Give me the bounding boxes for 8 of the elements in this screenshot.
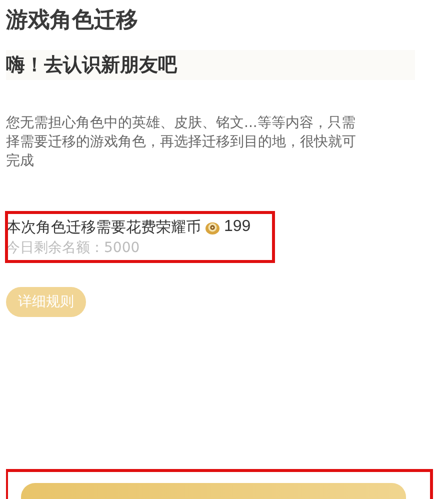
cost-amount: 199 [224,217,251,237]
description-line: 完成 [6,152,35,171]
description-line: 择需要迁移的游戏角色，再选择迁移到目的地，很快就可 [6,133,357,152]
description-line: 您无需担心角色中的英雄、皮肤、铭文...等等内容，只需 [6,114,356,133]
rules-button[interactable]: 详细规则 [6,287,86,317]
page-title: 游戏角色迁移 [6,7,139,35]
greeting-text: 嗨！去认识新朋友吧 [6,54,177,76]
coin-icon [205,220,220,234]
